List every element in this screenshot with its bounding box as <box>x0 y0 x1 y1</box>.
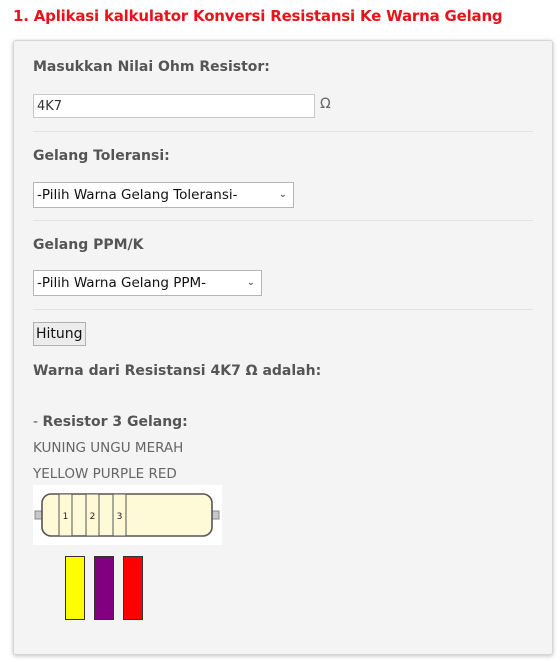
chevron-down-icon: ⌄ <box>278 189 287 200</box>
swatch-red <box>123 556 143 620</box>
tolerance-select-value: -Pilih Warna Gelang Toleransi- <box>37 187 238 203</box>
ohm-input[interactable] <box>33 94 315 118</box>
calculator-card: Masukkan Nilai Ohm Resistor: Ω Gelang To… <box>13 40 553 655</box>
ppm-select-value: -Pilih Warna Gelang PPM- <box>37 275 207 291</box>
page-title: 1. Aplikasi kalkulator Konversi Resistan… <box>13 7 503 25</box>
band-number-3: 3 <box>117 512 123 522</box>
band-number-1: 1 <box>63 512 69 522</box>
colors-english: YELLOW PURPLE RED <box>33 466 177 482</box>
result-title: Warna dari Resistansi 4K7 Ω adalah: <box>33 363 322 379</box>
swatch-purple <box>94 556 114 620</box>
ohm-label: Masukkan Nilai Ohm Resistor: <box>33 59 270 75</box>
hitung-button[interactable]: Hitung <box>33 322 86 346</box>
band-prefix: - <box>33 414 43 430</box>
ppm-label: Gelang PPM/K <box>33 237 144 253</box>
band-heading-text: Resistor 3 Gelang: <box>42 414 188 430</box>
band-number-2: 2 <box>90 512 96 522</box>
band-heading: - Resistor 3 Gelang: <box>33 414 188 430</box>
resistor-image: 1 2 3 <box>33 485 222 545</box>
chevron-down-icon: ⌄ <box>246 277 255 288</box>
divider <box>33 309 533 310</box>
swatch-yellow <box>65 556 85 620</box>
colors-indonesian: KUNING UNGU MERAH <box>33 440 184 456</box>
tolerance-label: Gelang Toleransi: <box>33 148 170 164</box>
ohm-unit: Ω <box>320 96 331 112</box>
divider <box>33 131 533 132</box>
resistor-diagram: 1 2 3 <box>34 493 220 537</box>
ppm-select[interactable]: -Pilih Warna Gelang PPM- ⌄ <box>33 270 262 296</box>
divider <box>33 220 533 221</box>
tolerance-select[interactable]: -Pilih Warna Gelang Toleransi- ⌄ <box>33 182 294 208</box>
